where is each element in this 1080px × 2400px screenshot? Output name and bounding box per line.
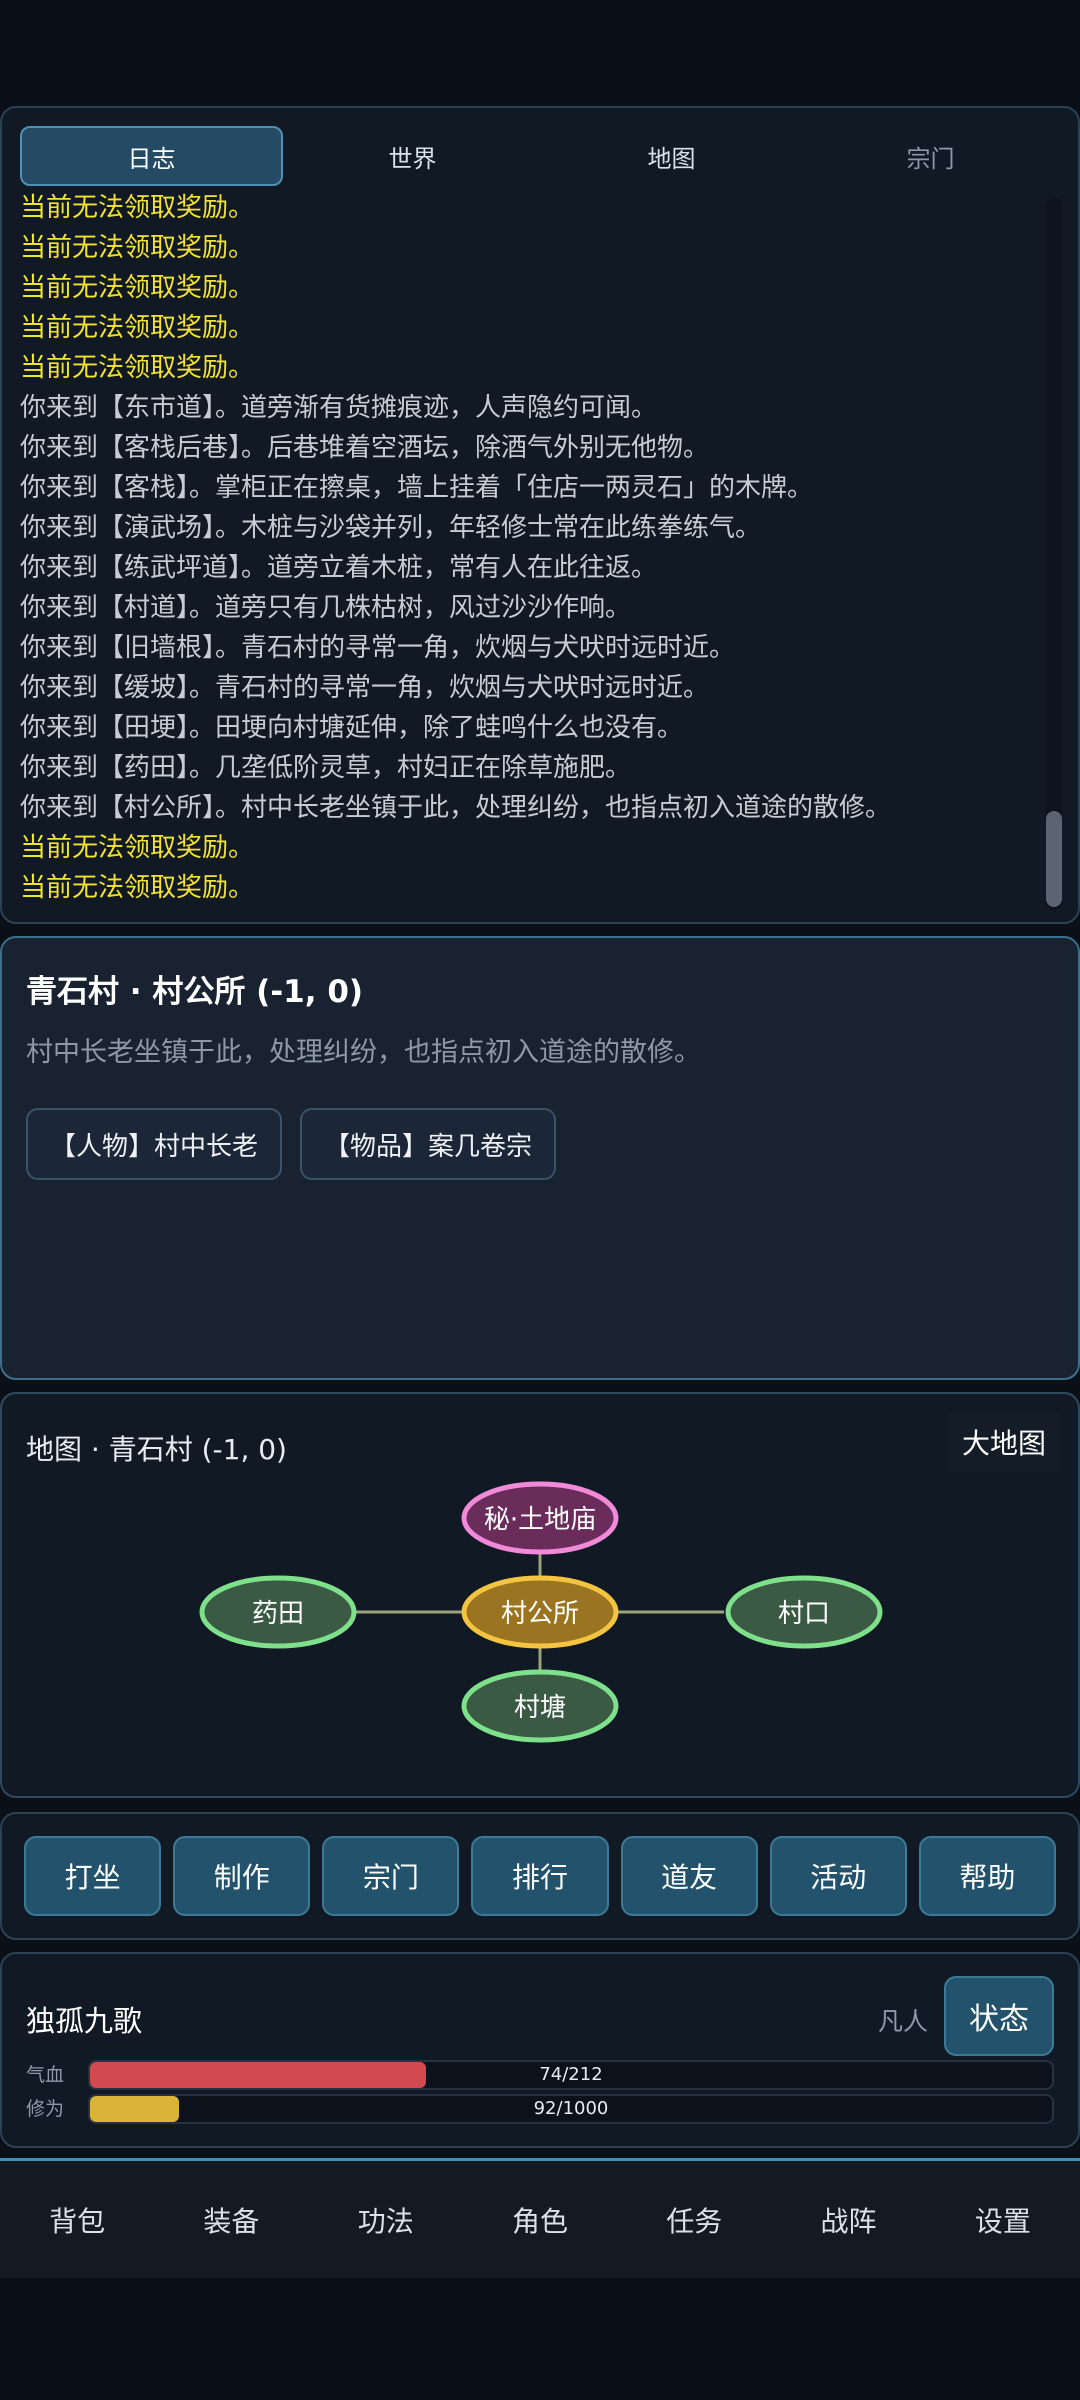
map-node-label: 秘·土地庙 (484, 1505, 596, 1535)
log-line: 你来到【演武场】。木桩与沙袋并列，年轻修士常在此练拳练气。 (20, 513, 762, 543)
tab-sect[interactable]: 宗门 (801, 126, 1060, 186)
log-tabs: 日志 世界 地图 宗门 (20, 126, 1060, 186)
npc-chip-elder[interactable]: 【人物】村中长老 (26, 1108, 283, 1180)
map-node-label: 村公所 (501, 1599, 579, 1629)
nav-formation[interactable]: 战阵 (771, 2161, 925, 2278)
nav-equipment[interactable]: 装备 (154, 2161, 308, 2278)
log-scrollbar-thumb[interactable] (1046, 811, 1062, 907)
log-line: 你来到【客栈后巷】。后巷堆着空酒坛，除酒气外别无他物。 (20, 433, 710, 463)
log-line: 你来到【旧墙根】。青石村的寻常一角，炊烟与犬吠时远时近。 (20, 633, 736, 663)
events-button[interactable]: 活动 (769, 1836, 907, 1916)
help-button[interactable]: 帮助 (918, 1836, 1056, 1916)
exp-value: 92/1000 (533, 2098, 609, 2119)
log-line: 你来到【缓坡】。青石村的寻常一角，炊烟与犬吠时远时近。 (20, 673, 710, 703)
log-line: 你来到【田埂】。田埂向村塘延伸，除了蛙鸣什么也没有。 (20, 713, 684, 743)
log-line: 当前无法领取奖励。 (20, 833, 255, 863)
log-line: 你来到【村道】。道旁只有几株枯树，风过沙沙作响。 (20, 593, 632, 623)
tab-log[interactable]: 日志 (20, 126, 283, 186)
nav-skills[interactable]: 功法 (309, 2161, 463, 2278)
location-entities: 【人物】村中长老 【物品】案几卷宗 (26, 1108, 557, 1180)
log-line: 当前无法领取奖励。 (20, 353, 255, 383)
map-title: 地图 · 青石村 (-1, 0) (26, 1433, 287, 1466)
nav-quests[interactable]: 任务 (617, 2161, 771, 2278)
character-name: 独孤九歌 (26, 2004, 143, 2038)
nav-bag[interactable]: 背包 (0, 2161, 154, 2278)
map-node-village-gate[interactable]: 村口 (725, 1575, 883, 1649)
log-line: 你来到【练武坪道】。道旁立着木桩，常有人在此往返。 (20, 553, 658, 583)
item-chip-scrolls[interactable]: 【物品】案几卷宗 (300, 1108, 557, 1180)
log-list: 当前无法领取奖励。 当前无法领取奖励。 当前无法领取奖励。 当前无法领取奖励。 当前无法… (20, 188, 1038, 912)
location-title: 青石村 · 村公所 (-1, 0) (26, 974, 364, 1010)
map-node-tudi-temple[interactable]: 秘·土地庙 (461, 1481, 619, 1555)
log-line: 当前无法领取奖励。 (20, 873, 255, 903)
hp-bar: 74/212 (88, 2060, 1054, 2090)
realm-label: 凡人 (877, 2007, 928, 2036)
exp-bar-row: 修为 92/1000 (26, 2094, 1054, 2124)
map-node-herb-field[interactable]: 药田 (199, 1575, 357, 1649)
location-panel: 青石村 · 村公所 (-1, 0) 村中长老坐镇于此，处理纠纷，也指点初入道途的… (0, 936, 1080, 1380)
hp-label: 气血 (26, 2064, 65, 2086)
map-node-village-hall[interactable]: 村公所 (461, 1575, 619, 1649)
craft-button[interactable]: 制作 (173, 1836, 311, 1916)
actions-panel: 打坐 制作 宗门 排行 道友 活动 帮助 (0, 1812, 1080, 1940)
meditate-button[interactable]: 打坐 (24, 1836, 162, 1916)
sect-button[interactable]: 宗门 (322, 1836, 460, 1916)
ranking-button[interactable]: 排行 (471, 1836, 609, 1916)
log-panel: 日志 世界 地图 宗门 当前无法领取奖励。 当前无法领取奖励。 当前无法领取奖励。当… (0, 106, 1080, 924)
tab-map[interactable]: 地图 (542, 126, 801, 186)
location-description: 村中长老坐镇于此，处理纠纷，也指点初入道途的散修。 (26, 1037, 701, 1068)
log-line: 当前无法领取奖励。 (20, 233, 255, 263)
log-line: 你来到【村公所】。村中长老坐镇于此，处理纠纷，也指点初入道途的散修。 (20, 793, 892, 823)
nav-settings[interactable]: 设置 (926, 2161, 1080, 2278)
log-line: 你来到【药田】。几垄低阶灵草，村妇正在除草施肥。 (20, 753, 632, 783)
log-line: 你来到【东市道】。道旁渐有货摊痕迹，人声隐约可闻。 (20, 393, 658, 423)
hp-value: 74/212 (539, 2064, 603, 2085)
map-node-label: 村塘 (514, 1693, 566, 1723)
exp-bar: 92/1000 (88, 2094, 1054, 2124)
map-node-pond[interactable]: 村塘 (461, 1669, 619, 1743)
bottom-nav: 背包 装备 功法 角色 任务 战阵 设置 (0, 2158, 1080, 2278)
tab-world[interactable]: 世界 (283, 126, 542, 186)
friends-button[interactable]: 道友 (620, 1836, 758, 1916)
log-scrollbar-track[interactable] (1046, 198, 1062, 910)
log-line: 当前无法领取奖励。 (20, 193, 255, 223)
log-line: 当前无法领取奖励。 (20, 313, 255, 343)
map-node-label: 村口 (778, 1599, 830, 1629)
status-button[interactable]: 状态 (944, 1976, 1054, 2056)
map-node-label: 药田 (252, 1599, 304, 1629)
big-map-button[interactable]: 大地图 (945, 1412, 1062, 1472)
status-panel: 独孤九歌 凡人 状态 气血 74/212 修为 92/1000 (0, 1952, 1080, 2148)
nav-character[interactable]: 角色 (463, 2161, 617, 2278)
exp-label: 修为 (26, 2098, 65, 2120)
hp-bar-row: 气血 74/212 (26, 2060, 1054, 2090)
map-panel: 秘·土地庙 药田 村公所 村口 村塘 地图 · 青石村 (-1, 0) 大地图 (0, 1392, 1080, 1798)
log-line: 你来到【客栈】。掌柜正在擦桌，墙上挂着「住店一两灵石」的木牌。 (20, 473, 814, 503)
log-line: 当前无法领取奖励。 (20, 273, 255, 303)
